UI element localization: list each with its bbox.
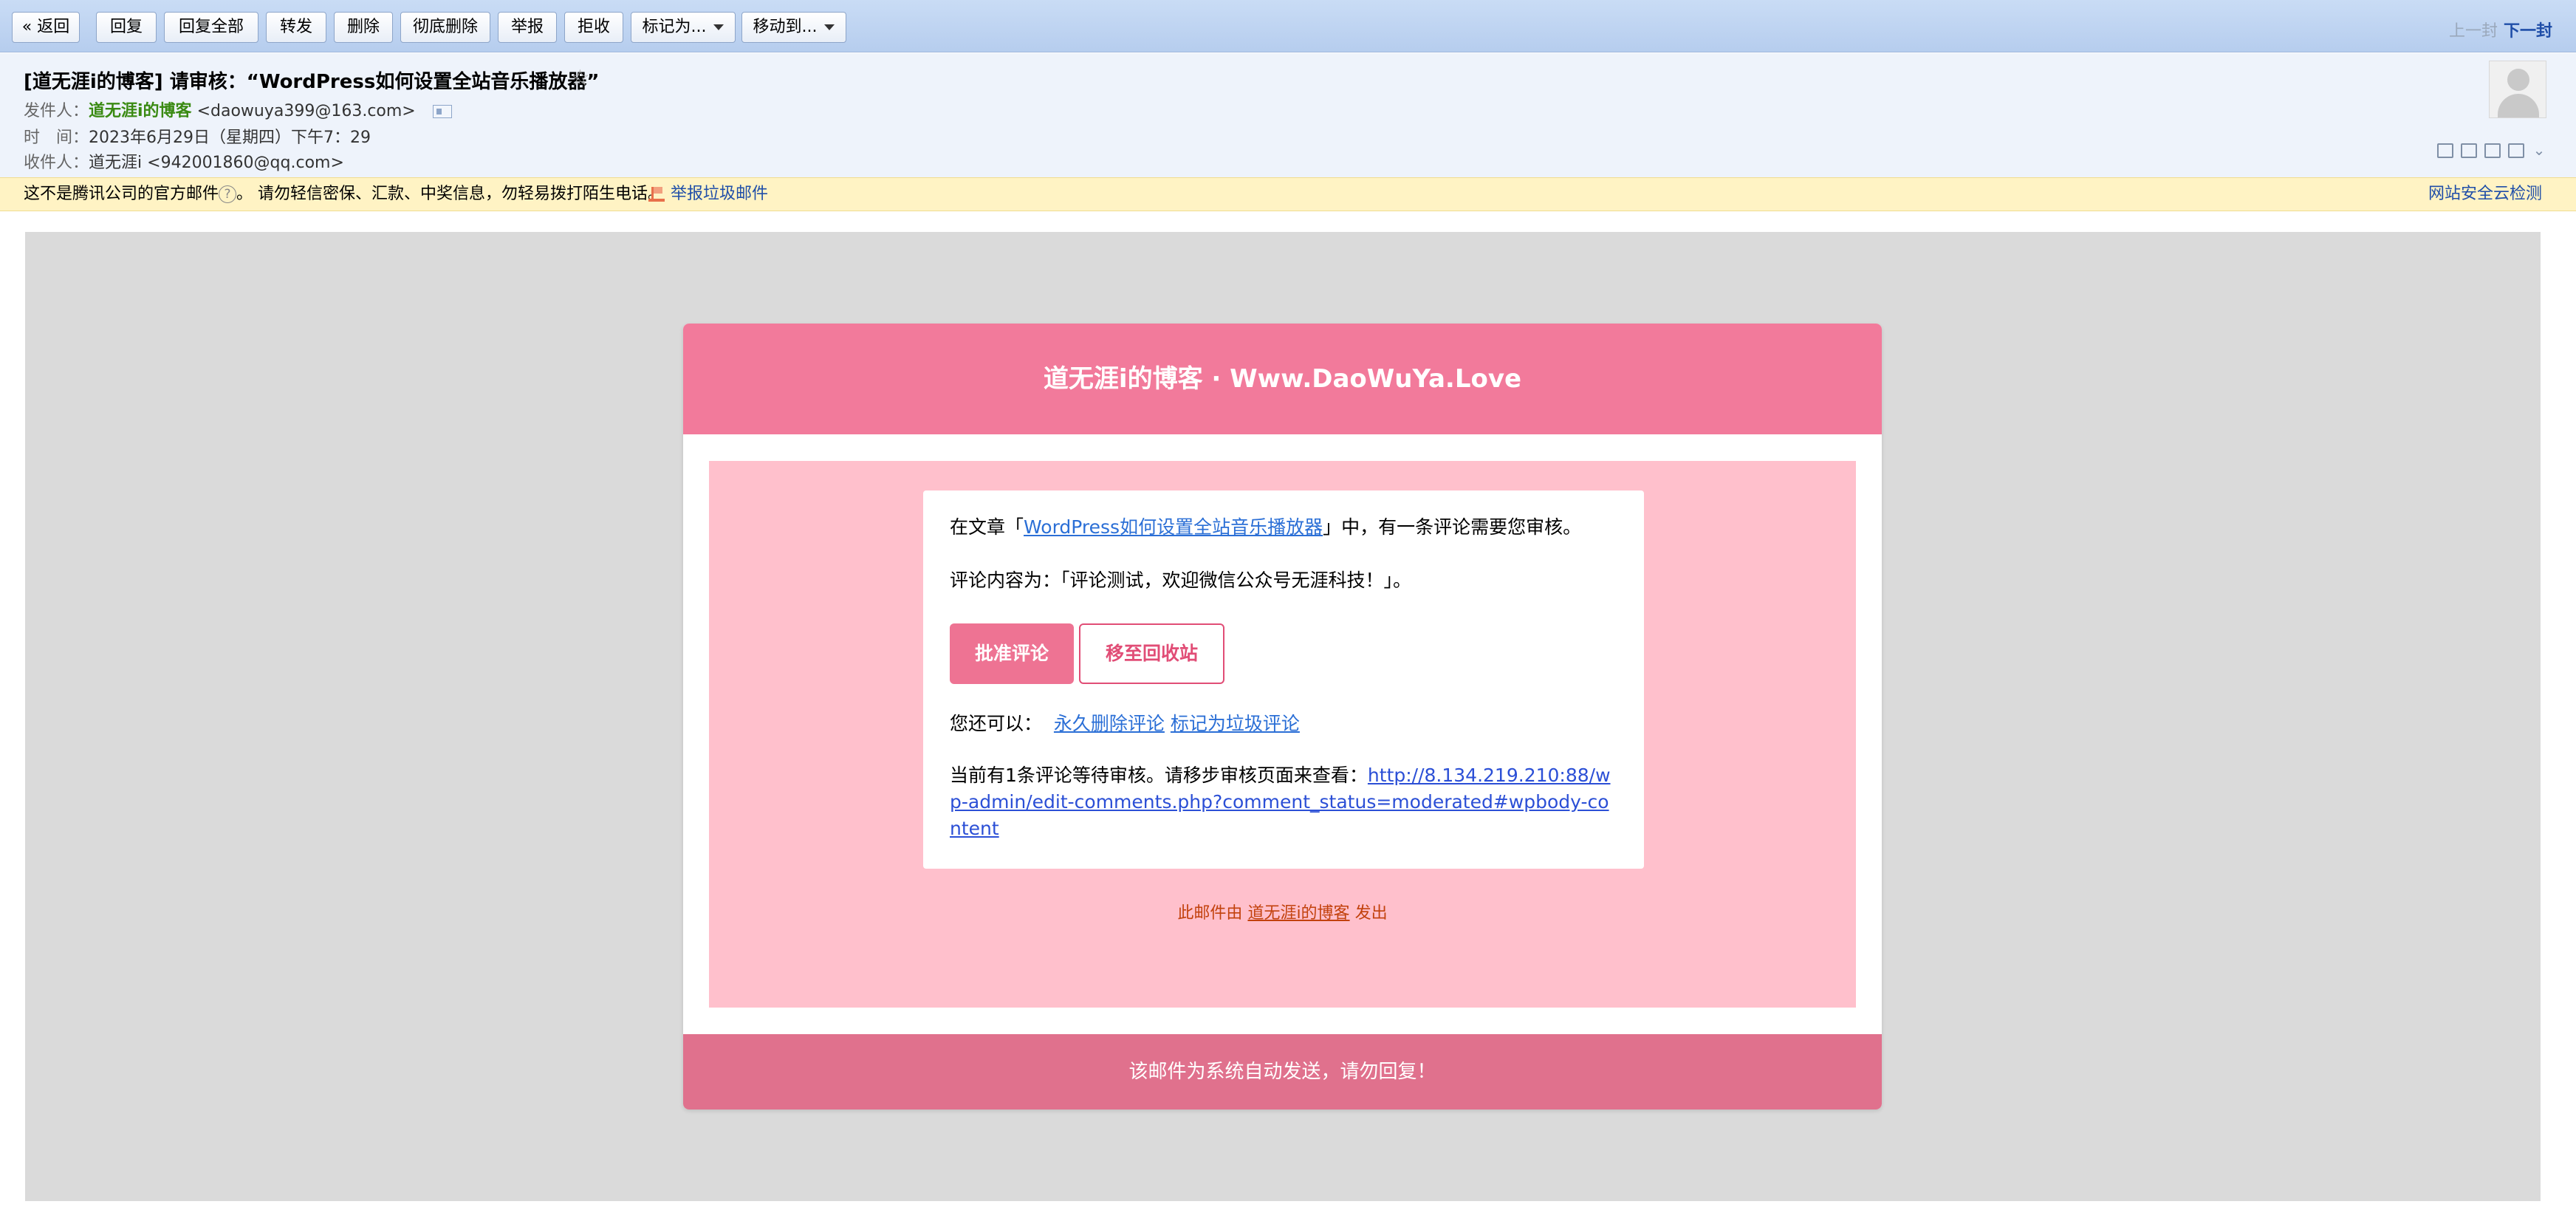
- save-icon[interactable]: [2484, 143, 2501, 158]
- sent-by-line: 此邮件由 道无涯i的博客 发出: [709, 900, 1856, 923]
- move-to-trash-button[interactable]: 移至回收站: [1079, 623, 1224, 684]
- notification-card: 道无涯i的博客 · Www.DaoWuYa.Love 在文章「WordPress…: [683, 324, 1882, 1110]
- sent-site-link[interactable]: 道无涯i的博客: [1247, 904, 1349, 923]
- expand-icon[interactable]: ⌄: [2532, 143, 2546, 158]
- time-row: 时 间：2023年6月29日（星期四）下午7：29: [24, 124, 371, 148]
- pending-prefix: 当前有1条评论等待审核。请移步审核页面来查看：: [950, 765, 1368, 786]
- report-button[interactable]: 举报: [498, 12, 557, 43]
- sent-prefix: 此邮件由: [1177, 904, 1243, 923]
- forward-button[interactable]: 转发: [266, 12, 326, 43]
- back-button[interactable]: « 返回: [12, 12, 80, 43]
- view-source-icon[interactable]: [2461, 143, 2477, 158]
- comment-panel: 在文章「WordPress如何设置全站音乐播放器」中，有一条评论需要您审核。 评…: [923, 490, 1644, 869]
- warning-text: 这不是腾讯公司的官方邮件?。 请勿轻信密保、汇款、中奖信息，勿轻易拨打陌生电话。: [24, 178, 664, 211]
- reply-all-button[interactable]: 回复全部: [164, 12, 258, 43]
- report-spam-label: 举报垃圾邮件: [671, 185, 769, 203]
- reject-button[interactable]: 拒收: [564, 12, 623, 43]
- header-actions: ⌄: [2437, 143, 2546, 158]
- line1-suffix: 」中，有一条评论需要您审核。: [1323, 516, 1582, 538]
- mail-header: [道无涯i的博客] 请审核：“WordPress如何设置全站音乐播放器” ☆ 发…: [0, 53, 2576, 177]
- move-to-label: 移动到...: [753, 18, 818, 36]
- mail-subject: [道无涯i的博客] 请审核：“WordPress如何设置全站音乐播放器”: [24, 71, 600, 93]
- comment-content: 评论内容为：「评论测试，欢迎微信公众号无涯科技！」。: [950, 570, 1412, 591]
- time-label: 时 间：: [24, 129, 89, 147]
- safety-check-link[interactable]: 网站安全云检测: [2428, 178, 2542, 211]
- help-icon[interactable]: ?: [219, 185, 237, 203]
- from-label: 发件人：: [24, 102, 89, 120]
- sender-row: 发件人：道无涯i的博客 <daowuya399@163.com>: [24, 98, 452, 121]
- approve-comment-button[interactable]: 批准评论: [950, 623, 1074, 684]
- to-label: 收件人：: [24, 154, 89, 172]
- prev-mail-link[interactable]: 上一封: [2449, 18, 2498, 41]
- delete-comment-link[interactable]: 永久删除评论: [1054, 713, 1165, 734]
- mark-spam-link[interactable]: 标记为垃圾评论: [1171, 713, 1300, 734]
- auto-send-footer: 该邮件为系统自动发送，请勿回复！: [683, 1034, 1882, 1110]
- print-icon[interactable]: [2508, 143, 2524, 158]
- mark-as-label: 标记为...: [642, 18, 707, 36]
- move-to-dropdown[interactable]: 移动到...: [741, 12, 846, 43]
- recipient-email: <942001860@qq.com>: [147, 154, 344, 172]
- line1-prefix: 在文章「: [950, 516, 1024, 538]
- reply-button[interactable]: 回复: [96, 12, 157, 43]
- also-line: 您还可以： 永久删除评论 标记为垃圾评论: [950, 709, 1300, 736]
- sent-suffix: 发出: [1354, 904, 1388, 923]
- sender-email: <daowuya399@163.com>: [196, 102, 416, 120]
- site-title: 道无涯i的博客 · Www.DaoWuYa.Love: [683, 324, 1882, 434]
- time-value: 2023年6月29日（星期四）下午7：29: [89, 129, 371, 147]
- contact-card-icon[interactable]: [432, 105, 452, 118]
- also-prefix: 您还可以：: [950, 713, 1043, 734]
- pending-line: 当前有1条评论等待审核。请移步审核页面来查看：http://8.134.219.…: [950, 762, 1614, 842]
- caret-down-icon: [824, 24, 835, 30]
- content-area: 在文章「WordPress如何设置全站音乐播放器」中，有一条评论需要您审核。 评…: [709, 461, 1856, 1008]
- caret-down-icon: [713, 24, 724, 30]
- article-line: 在文章「WordPress如何设置全站音乐播放器」中，有一条评论需要您审核。: [950, 513, 1581, 539]
- new-window-icon[interactable]: [2437, 143, 2453, 158]
- mark-as-dropdown[interactable]: 标记为...: [631, 12, 736, 43]
- report-flag-icon: [648, 187, 665, 202]
- recipient-row: 收件人：道无涯i <942001860@qq.com>: [24, 149, 344, 173]
- warning-text-1: 这不是腾讯公司的官方邮件: [24, 185, 219, 203]
- warning-text-2: 。 请勿轻信密保、汇款、中奖信息，勿轻易拨打陌生电话。: [236, 185, 665, 203]
- security-warning-bar: 这不是腾讯公司的官方邮件?。 请勿轻信密保、汇款、中奖信息，勿轻易拨打陌生电话。…: [0, 177, 2576, 211]
- sender-name[interactable]: 道无涯i的博客: [89, 102, 192, 120]
- star-icon[interactable]: ☆: [570, 65, 590, 91]
- article-link[interactable]: WordPress如何设置全站音乐播放器: [1024, 516, 1323, 538]
- next-mail-link[interactable]: 下一封: [2504, 18, 2552, 41]
- recipient-name: 道无涯i: [89, 154, 143, 172]
- delete-forever-button[interactable]: 彻底删除: [400, 12, 490, 43]
- report-spam-link[interactable]: 举报垃圾邮件: [648, 178, 768, 211]
- delete-button[interactable]: 删除: [334, 12, 393, 43]
- mail-body: 道无涯i的博客 · Www.DaoWuYa.Love 在文章「WordPress…: [25, 232, 2541, 1201]
- sender-avatar: [2489, 61, 2546, 118]
- mail-toolbar: « 返回 回复 回复全部 转发 删除 彻底删除 举报 拒收 标记为... 移动到…: [0, 0, 2576, 52]
